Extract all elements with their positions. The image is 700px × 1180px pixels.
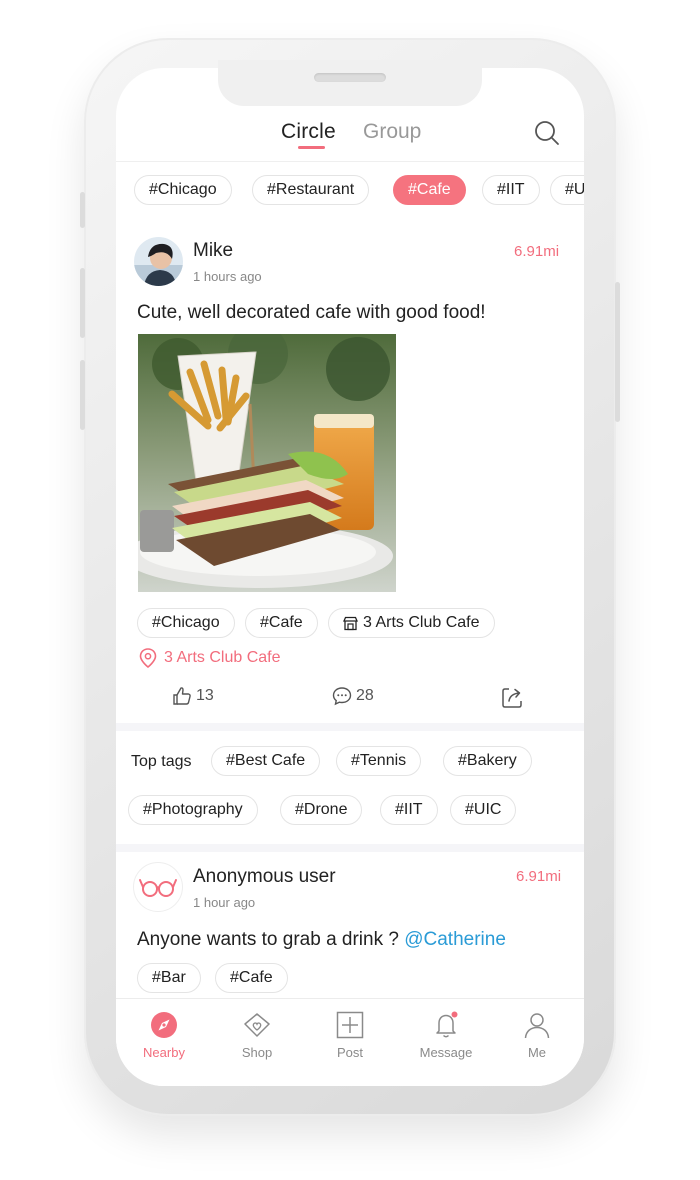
- share-icon[interactable]: [500, 686, 524, 715]
- glasses-icon: [139, 879, 177, 897]
- post-timestamp: 1 hours ago: [193, 269, 262, 284]
- filter-tag-chicago[interactable]: #Chicago: [134, 175, 232, 205]
- post-tag-bar[interactable]: #Bar: [137, 963, 201, 993]
- post-author-name[interactable]: Anonymous user: [193, 866, 336, 888]
- top-tag-bakery[interactable]: #Bakery: [443, 746, 532, 776]
- post-photo-sandwich[interactable]: [138, 334, 396, 592]
- compass-icon: [151, 1012, 177, 1038]
- bottom-navigation: Nearby Shop Post Message Me: [116, 998, 584, 1086]
- avatar-mike[interactable]: [134, 237, 183, 286]
- filter-tag-u[interactable]: #U: [550, 175, 584, 205]
- top-tag-drone[interactable]: #Drone: [280, 795, 363, 825]
- top-tag-iit[interactable]: #IIT: [380, 795, 438, 825]
- nav-nearby[interactable]: Nearby: [124, 1011, 204, 1060]
- section-separator: [116, 723, 584, 731]
- location-pin-icon: [139, 648, 157, 673]
- post-tag-cafe[interactable]: #Cafe: [215, 963, 288, 993]
- post-tag-chicago[interactable]: #Chicago: [137, 608, 235, 638]
- active-tab-indicator: [298, 146, 325, 149]
- post-place-tag-label: 3 Arts Club Cafe: [363, 614, 480, 631]
- mention-link[interactable]: @Catherine: [404, 929, 506, 950]
- post-text: Cute, well decorated cafe with good food…: [137, 302, 486, 323]
- top-tag-tennis[interactable]: #Tennis: [336, 746, 422, 776]
- storefront-icon: [343, 616, 358, 630]
- top-tags-label: Top tags: [131, 753, 192, 770]
- thumbs-up-icon: [173, 687, 191, 705]
- nav-label: Shop: [241, 1045, 273, 1060]
- avatar-anonymous[interactable]: [133, 862, 183, 912]
- nav-label: Message: [419, 1045, 473, 1060]
- like-button[interactable]: 13: [172, 686, 214, 706]
- post-distance: 6.91mi: [514, 243, 560, 260]
- user-icon: [524, 1013, 550, 1039]
- header-divider: [116, 161, 584, 162]
- search-icon[interactable]: [534, 120, 560, 151]
- nav-label: Me: [527, 1045, 547, 1060]
- comment-count: 28: [356, 687, 374, 704]
- notification-badge: [451, 1011, 458, 1018]
- plus-square-icon: [336, 1011, 364, 1039]
- post-tag-cafe[interactable]: #Cafe: [245, 608, 318, 638]
- app-screen: Circle Group #Chicago #Restaurant #Cafe …: [116, 68, 584, 1086]
- nav-shop[interactable]: Shop: [217, 1011, 297, 1060]
- comment-button[interactable]: 28: [332, 686, 374, 706]
- comment-bubble-icon: [332, 687, 352, 706]
- tab-circle[interactable]: Circle: [281, 120, 336, 144]
- nav-label: Post: [336, 1045, 363, 1060]
- like-count: 13: [196, 687, 214, 704]
- volume-up-button: [80, 268, 85, 338]
- top-tag-best-cafe[interactable]: #Best Cafe: [211, 746, 321, 776]
- phone-speaker: [314, 73, 386, 82]
- filter-tag-cafe[interactable]: #Cafe: [393, 175, 466, 205]
- phone-notch: [218, 60, 482, 106]
- nav-label: Nearby: [143, 1045, 185, 1060]
- volume-down-button: [80, 360, 85, 430]
- post-location[interactable]: 3 Arts Club Cafe: [164, 649, 281, 667]
- top-tag-uic[interactable]: #UIC: [450, 795, 517, 825]
- nav-me[interactable]: Me: [497, 1011, 577, 1060]
- section-separator: [116, 844, 584, 852]
- top-tag-photography[interactable]: #Photography: [128, 795, 258, 825]
- nav-message[interactable]: Message: [406, 1011, 486, 1060]
- shopping-bag-heart-icon: [244, 1013, 270, 1037]
- post-timestamp: 1 hour ago: [193, 895, 256, 910]
- post-distance: 6.91mi: [516, 868, 562, 885]
- tab-group[interactable]: Group: [363, 120, 421, 144]
- filter-tag-restaurant[interactable]: #Restaurant: [252, 175, 370, 205]
- post-text-body: Anyone wants to grab a drink ?: [137, 929, 405, 950]
- mute-switch: [80, 192, 85, 228]
- post-place-tag[interactable]: 3 Arts Club Cafe: [328, 608, 495, 638]
- power-button: [615, 282, 620, 422]
- bell-icon: [436, 1011, 458, 1038]
- post-text: Anyone wants to grab a drink ? @Catherin…: [137, 929, 506, 951]
- nav-post[interactable]: Post: [310, 1011, 390, 1060]
- filter-tag-iit[interactable]: #IIT: [482, 175, 540, 205]
- post-author-name[interactable]: Mike: [193, 240, 233, 262]
